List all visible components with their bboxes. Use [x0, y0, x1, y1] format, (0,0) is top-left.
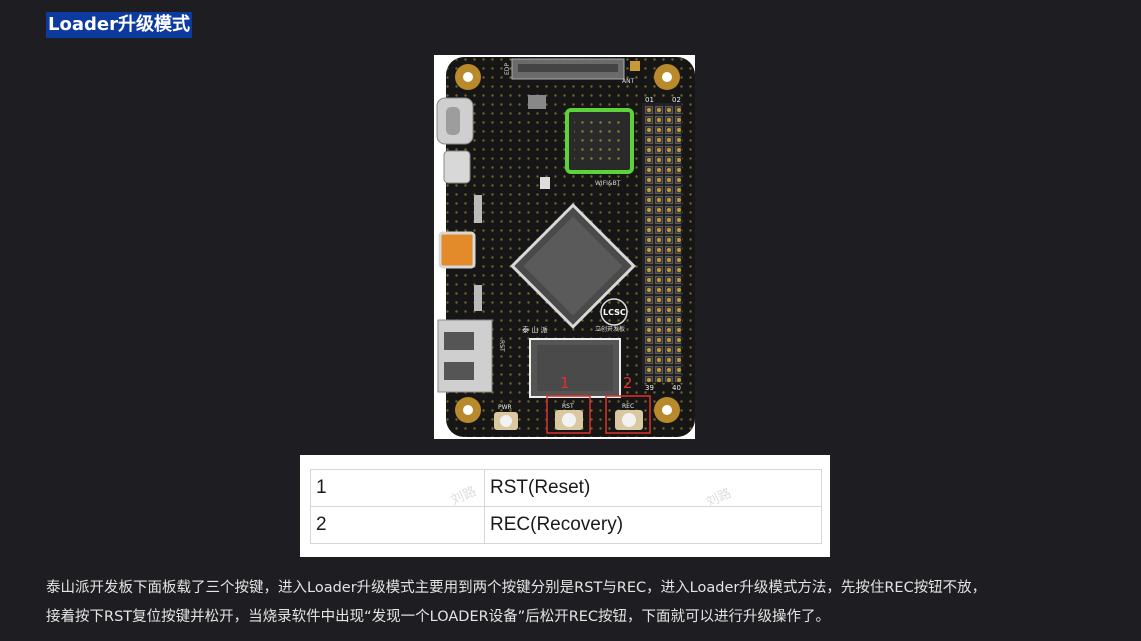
paragraph-line: 接着按下RST复位按键并松开，当烧录软件中出现“发现一个LOADER设备”后松开…	[46, 609, 831, 625]
svg-text:01: 01	[645, 96, 654, 104]
usb-c-port-2	[443, 150, 471, 184]
svg-text:02: 02	[672, 96, 681, 104]
key-table-image: 刘路 刘路 1 RST(Reset) 2 REC(Recovery)	[300, 455, 830, 557]
mount-hole-tl	[455, 64, 481, 90]
table-cell-num: 2	[310, 506, 485, 544]
table-cell-desc: REC(Recovery)	[484, 506, 822, 544]
logo-name: 泰 山 派	[522, 325, 547, 334]
svg-text:RST: RST	[498, 340, 505, 352]
key-table: 1 RST(Reset) 2 REC(Recovery)	[310, 469, 822, 544]
instruction-paragraph: 泰山派开发板下面板载了三个按键，进入Loader升级模式主要用到两个按键分别是R…	[46, 574, 1106, 632]
mount-hole-tr	[654, 64, 680, 90]
svg-text:立创开发板: 立创开发板	[595, 325, 625, 333]
table-row: 1 RST(Reset)	[310, 469, 822, 507]
section-heading: Loader升级模式	[46, 12, 192, 38]
paragraph-line: 泰山派开发板下面板载了三个按键，进入Loader升级模式主要用到两个按键分别是R…	[46, 580, 987, 596]
marker-2: 2	[623, 374, 633, 392]
logo-lcsc: LCSC	[603, 308, 626, 317]
board-photo: EDP ANT RST WIFI&BT 01 02 39 40 泰 山 派 LC…	[434, 55, 695, 439]
svg-text:WIFI&BT: WIFI&BT	[595, 180, 621, 187]
svg-text:40: 40	[672, 384, 681, 392]
table-cell-num: 1	[310, 469, 485, 507]
usb-a-port	[437, 319, 493, 393]
svg-text:PWR: PWR	[498, 404, 512, 411]
mount-hole-br	[654, 397, 680, 423]
svg-text:39: 39	[645, 384, 654, 392]
svg-text:RST: RST	[562, 403, 574, 410]
table-cell-desc: RST(Reset)	[484, 469, 822, 507]
marker-1: 1	[560, 374, 570, 392]
table-row: 2 REC(Recovery)	[310, 506, 822, 544]
svg-text:REC: REC	[622, 403, 634, 410]
board-illustration: EDP ANT RST WIFI&BT 01 02 39 40 泰 山 派 LC…	[436, 57, 695, 437]
orange-switch	[438, 231, 476, 269]
svg-text:ANT: ANT	[622, 78, 635, 85]
mount-hole-bl	[455, 397, 481, 423]
svg-text:EDP: EDP	[504, 63, 511, 75]
